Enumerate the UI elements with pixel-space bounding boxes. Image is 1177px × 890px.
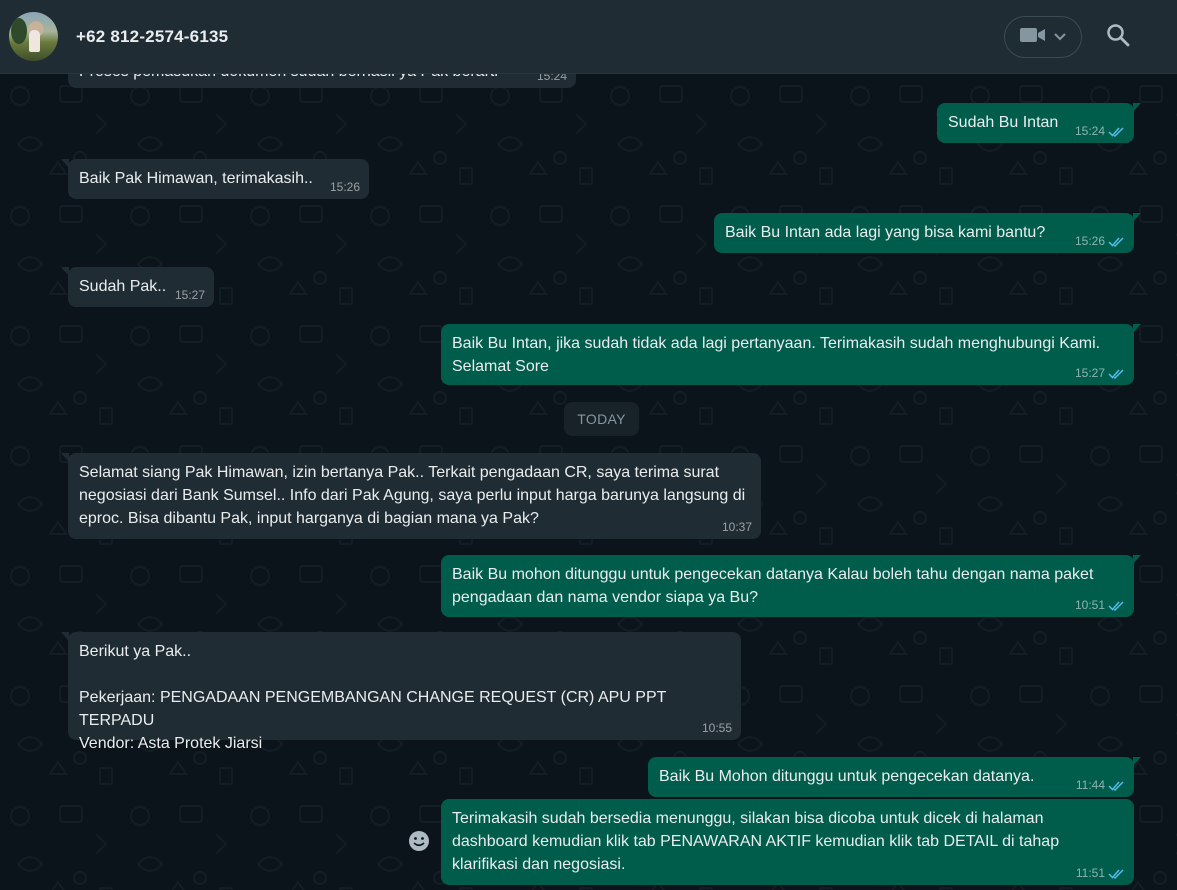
time-label: 15:24 [536, 74, 567, 83]
message-incoming[interactable]: Berikut ya Pak.. Pekerjaan: PENGADAAN PE… [61, 632, 741, 752]
read-ticks-icon [1108, 236, 1124, 247]
message-incoming[interactable]: Baik Pak Himawan, terimakasih.. 15:26 [61, 159, 369, 199]
message-text: Proses pemasukan dokumen sudah berhasil … [79, 74, 534, 83]
avatar-tree-shape [11, 18, 27, 44]
message-outgoing[interactable]: Terimakasih sudah bersedia menunggu, sil… [441, 799, 1134, 885]
time-label: 15:27 [174, 288, 205, 302]
time-label: 10:55 [701, 721, 732, 735]
search-icon [1106, 23, 1130, 52]
react-emoji-button[interactable] [403, 825, 435, 857]
message-text: Berikut ya Pak.. Pekerjaan: PENGADAAN PE… [79, 643, 667, 752]
video-call-button[interactable] [1004, 16, 1082, 58]
message-text: Sudah Bu Intan [948, 114, 1059, 131]
message-meta: 15:24 [1075, 124, 1125, 138]
avatar-figure-shape [29, 30, 40, 52]
search-button[interactable] [1104, 23, 1132, 51]
message-meta: 15:27 [175, 288, 205, 302]
message-incoming[interactable]: Sudah Pak.. 15:27 [61, 267, 214, 307]
date-separator: TODAY [564, 402, 639, 436]
time-label: 15:27 [1074, 366, 1105, 380]
message-text: Baik Bu Intan, jika sudah tidak ada lagi… [452, 335, 1105, 375]
chevron-down-icon [1054, 28, 1066, 46]
message-outgoing[interactable]: Baik Bu mohon ditunggu untuk pengecekan … [441, 555, 1141, 617]
message-text: Selamat siang Pak Himawan, izin bertanya… [79, 464, 750, 527]
read-ticks-icon [1108, 600, 1124, 611]
read-ticks-icon [1108, 780, 1124, 791]
message-text: Baik Bu Intan ada lagi yang bisa kami ba… [725, 224, 1046, 241]
message-text: Baik Pak Himawan, terimakasih.. [79, 170, 313, 187]
message-text: Baik Bu mohon ditunggu untuk pengecekan … [452, 566, 1098, 606]
message-time: 15:24 [537, 74, 567, 83]
chat-area[interactable]: Proses pemasukan dokumen sudah berhasil … [0, 74, 1177, 890]
chat-header: +62 812-2574-6135 [0, 0, 1177, 74]
time-label: 10:37 [721, 520, 752, 534]
smiley-icon [409, 831, 429, 851]
message-outgoing[interactable]: Baik Bu Intan ada lagi yang bisa kami ba… [714, 213, 1141, 253]
message-outgoing[interactable]: Baik Bu Mohon ditunggu untuk pengecekan … [648, 757, 1141, 797]
time-label: 15:24 [1074, 124, 1105, 138]
message-outgoing[interactable]: Sudah Bu Intan 15:24 [937, 103, 1141, 143]
read-ticks-icon [1108, 368, 1124, 379]
video-camera-icon [1020, 27, 1046, 48]
message-text: Terimakasih sudah bersedia menunggu, sil… [452, 810, 1064, 873]
message-meta: 15:26 [1075, 234, 1125, 248]
read-ticks-icon [1108, 868, 1124, 879]
time-label: 11:51 [1075, 866, 1105, 880]
message-incoming[interactable]: Selamat siang Pak Himawan, izin bertanya… [61, 453, 761, 539]
message-meta: 15:26 [330, 180, 360, 194]
message-incoming[interactable]: Proses pemasukan dokumen sudah berhasil … [68, 74, 576, 88]
contact-avatar[interactable] [9, 12, 58, 61]
read-ticks-icon [1108, 126, 1124, 137]
contact-name[interactable]: +62 812-2574-6135 [76, 27, 228, 47]
message-meta: 10:37 [722, 520, 752, 534]
time-label: 10:51 [1074, 598, 1105, 612]
message-meta: 10:55 [702, 721, 732, 735]
time-label: 15:26 [329, 180, 360, 194]
message-meta: 15:27 [1075, 366, 1125, 380]
time-label: 15:26 [1074, 234, 1105, 248]
message-meta: 11:51 [1076, 866, 1125, 880]
message-text: Baik Bu Mohon ditunggu untuk pengecekan … [659, 768, 1035, 785]
message-text: Sudah Pak.. [79, 278, 167, 295]
message-meta: 10:51 [1075, 598, 1125, 612]
message-meta: 11:44 [1076, 778, 1125, 792]
time-label: 11:44 [1075, 778, 1105, 792]
message-outgoing[interactable]: Baik Bu Intan, jika sudah tidak ada lagi… [441, 324, 1141, 385]
